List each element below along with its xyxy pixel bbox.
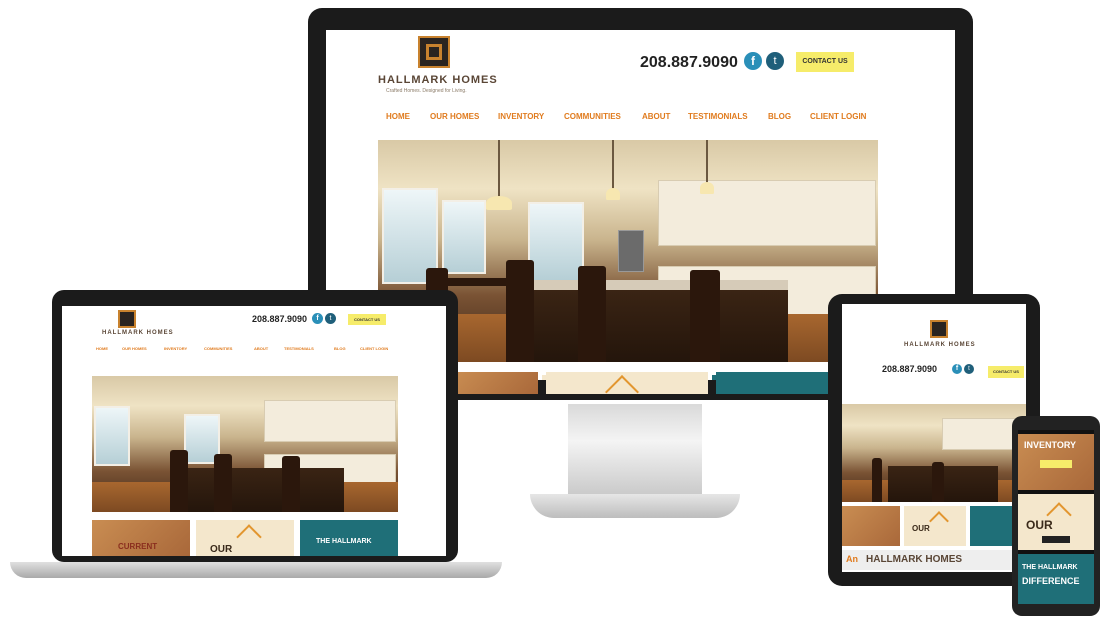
facebook-icon[interactable]: f <box>312 313 323 324</box>
monitor-base <box>530 494 740 518</box>
footer-banner: An HALLMARK HOMES <box>842 550 1026 570</box>
nav-blog[interactable]: BLOG <box>768 112 791 121</box>
tile-current[interactable] <box>842 506 900 546</box>
nav-about[interactable]: ABOUT <box>642 112 670 121</box>
contact-us-button[interactable]: CONTACT US <box>988 366 1024 378</box>
nav-client-login[interactable]: CLIENT LOGIN <box>360 346 388 351</box>
nav-blog[interactable]: BLOG <box>334 346 346 351</box>
nav-communities[interactable]: COMMUNITIES <box>564 112 621 121</box>
nav-testimonials[interactable]: TESTIMONIALS <box>284 346 314 351</box>
laptop-base <box>10 562 502 578</box>
footer-brand: HALLMARK HOMES <box>866 554 963 565</box>
see-more-button[interactable] <box>1040 460 1072 468</box>
twitter-icon[interactable]: t <box>325 313 336 324</box>
nav-communities[interactable]: COMMUNITIES <box>204 346 232 351</box>
tile-hallmark-label: THE HALLMARK <box>1022 564 1078 571</box>
phone-screen: INVENTORY OUR THE HALLMARK DIFFERENCE <box>1018 430 1094 604</box>
tile-current-label: CURRENT <box>118 542 158 551</box>
phone-number[interactable]: 208.887.9090 <box>640 54 738 72</box>
twitter-icon[interactable]: t <box>964 364 974 374</box>
tile-our-homes[interactable]: OUR <box>1018 494 1094 550</box>
laptop-screen: HALLMARK HOMES 208.887.9090 f t CONTACT … <box>62 306 446 556</box>
tile-hallmark-label: THE HALLMARK <box>316 538 372 545</box>
hallmark-logo-icon[interactable] <box>118 310 136 328</box>
tile-our-homes[interactable]: OUR <box>904 506 966 546</box>
facebook-icon[interactable]: f <box>952 364 962 374</box>
nav-testimonials[interactable]: TESTIMONIALS <box>688 112 748 121</box>
tile-our-homes[interactable]: OUR <box>196 520 294 556</box>
laptop-nav: HOME OUR HOMES INVENTORY COMMUNITIES ABO… <box>96 346 416 356</box>
brand-tagline: Crafted Homes. Designed for Living. <box>386 88 467 94</box>
brand-name: HALLMARK HOMES <box>378 74 498 86</box>
laptop: HALLMARK HOMES 208.887.9090 f t CONTACT … <box>52 290 458 562</box>
hero-kitchen-image <box>92 376 398 512</box>
twitter-icon[interactable]: t <box>766 52 784 70</box>
tile-hallmark[interactable]: THE HALLMARK <box>300 520 398 556</box>
see-more-button[interactable] <box>1042 536 1070 543</box>
nav-home[interactable]: HOME <box>96 346 108 351</box>
tile-our-label: OUR <box>210 544 233 555</box>
contact-us-button[interactable]: CONTACT US <box>796 52 854 72</box>
tile-our-label: OUR <box>912 524 930 533</box>
nav-about[interactable]: ABOUT <box>254 346 268 351</box>
brand-name: HALLMARK HOMES <box>904 342 976 348</box>
tile-difference[interactable]: THE HALLMARK DIFFERENCE <box>1018 554 1094 604</box>
hallmark-logo-icon[interactable] <box>930 320 948 338</box>
phone: INVENTORY OUR THE HALLMARK DIFFERENCE <box>1012 416 1100 616</box>
tile-inventory[interactable]: INVENTORY <box>1018 434 1094 490</box>
tile-difference-label: DIFFERENCE <box>1022 576 1080 586</box>
facebook-icon[interactable]: f <box>744 52 762 70</box>
tile-our-label: OUR <box>1026 518 1053 532</box>
monitor-stand <box>568 404 702 496</box>
nav-client-login[interactable]: CLIENT LOGIN <box>810 112 866 121</box>
nav-inventory[interactable]: INVENTORY <box>498 112 544 121</box>
tile-current[interactable]: CURRENT <box>92 520 190 556</box>
tile-inventory-label: INVENTORY <box>1024 440 1077 450</box>
tablet-screen: HALLMARK HOMES 208.887.9090 f t CONTACT … <box>842 304 1026 572</box>
nav-home[interactable]: HOME <box>386 112 410 121</box>
footer-prefix: An <box>846 554 858 564</box>
desktop-bottom-tiles <box>454 372 874 409</box>
nav-our-homes[interactable]: OUR HOMES <box>430 112 479 121</box>
phone-number[interactable]: 208.887.9090 <box>252 314 307 324</box>
desktop-nav: HOME OUR HOMES INVENTORY COMMUNITIES ABO… <box>386 112 876 128</box>
nav-inventory[interactable]: INVENTORY <box>164 346 187 351</box>
hallmark-logo-icon[interactable] <box>418 36 450 68</box>
contact-us-button[interactable]: CONTACT US <box>348 314 386 325</box>
hero-kitchen-image <box>842 404 1026 502</box>
phone-number[interactable]: 208.887.9090 <box>882 364 937 374</box>
tablet: HALLMARK HOMES 208.887.9090 f t CONTACT … <box>828 294 1040 586</box>
nav-our-homes[interactable]: OUR HOMES <box>122 346 147 351</box>
brand-name: HALLMARK HOMES <box>102 330 174 336</box>
